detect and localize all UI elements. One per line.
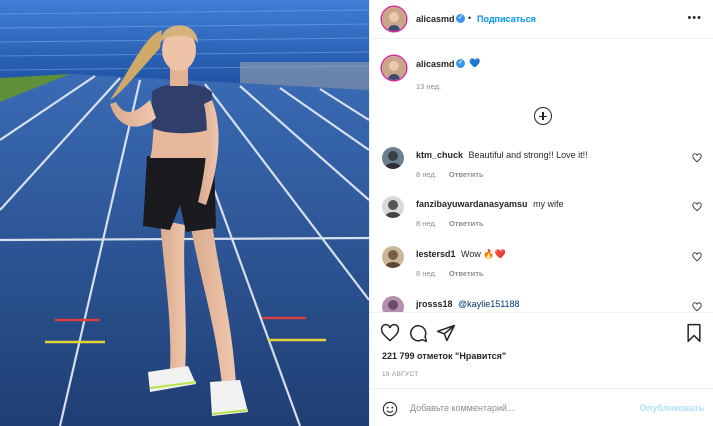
reply-button[interactable]: Ответить [449, 269, 484, 278]
post-date[interactable]: 19 АВГУСТ [382, 371, 419, 378]
like-comment-heart-icon[interactable] [692, 302, 702, 312]
publish-button[interactable]: Опубликовать [640, 403, 704, 413]
like-comment-heart-icon[interactable] [692, 153, 702, 163]
author-username[interactable]: alicasmd [416, 14, 455, 24]
caption-verified-icon: ✓ [456, 59, 465, 68]
author-avatar[interactable] [382, 7, 406, 31]
commenter-avatar[interactable] [382, 296, 404, 312]
comment-text: Wow 🔥❤️ [461, 249, 506, 259]
commenter-username[interactable]: ktm_chuck [416, 150, 463, 160]
caption-author-avatar[interactable] [382, 56, 406, 80]
post-sidebar: alicasmd ✓ • Подписаться ••• alicasmd ✓ … [369, 0, 713, 426]
post-photo[interactable] [0, 0, 369, 426]
emoji-smiley-icon[interactable] [382, 401, 398, 417]
save-bookmark-icon[interactable] [684, 323, 704, 343]
comment-age[interactable]: 8 нед. [416, 170, 437, 179]
verified-badge-icon: ✓ [456, 14, 465, 23]
commenter-username[interactable]: lestersd1 [416, 249, 456, 259]
author-avatar-image [382, 7, 406, 31]
like-comment-heart-icon[interactable] [692, 252, 702, 262]
commenter-username[interactable]: fanzibayuwardanasyamsu [416, 199, 528, 209]
load-more-comments-icon[interactable] [534, 107, 552, 125]
more-options-icon[interactable]: ••• [687, 12, 702, 24]
reply-button[interactable]: Ответить [449, 219, 484, 228]
caption-username[interactable]: alicasmd [416, 59, 455, 69]
comment-age[interactable]: 8 нед. [416, 219, 437, 228]
comment-item: fanzibayuwardanasyamsu my wife 8 нед. Отв… [370, 196, 713, 242]
post-action-bar [370, 312, 713, 354]
commenter-avatar[interactable] [382, 196, 404, 218]
comment-text: Beautiful and strong!! Love it!! [468, 150, 588, 160]
likes-count[interactable]: 221 799 отметок "Нравится" [382, 351, 506, 361]
caption-text: 💙 [469, 58, 481, 68]
reply-button[interactable]: Ответить [449, 170, 484, 179]
like-comment-heart-icon[interactable] [692, 202, 702, 212]
share-direct-icon[interactable] [436, 323, 456, 343]
header-separator: • [468, 13, 472, 23]
comment-item: ktm_chuck Beautiful and strong!! Love it… [370, 147, 713, 193]
like-heart-icon[interactable] [380, 323, 400, 343]
commenter-username[interactable]: jrosss18 [416, 299, 453, 309]
comment-item: lestersd1 Wow 🔥❤️ 8 нед. Ответить [370, 246, 713, 292]
comment-composer: Опубликовать [370, 388, 713, 426]
post-header: alicasmd ✓ • Подписаться ••• [370, 0, 713, 39]
comment-mention-link[interactable]: @kaylie151188 [458, 299, 520, 309]
comment-input[interactable] [410, 398, 630, 418]
comment-text: my wife [533, 199, 564, 209]
follow-button[interactable]: Подписаться [477, 14, 536, 24]
commenter-avatar[interactable] [382, 147, 404, 169]
comment-bubble-icon[interactable] [408, 323, 428, 343]
commenter-avatar[interactable] [382, 246, 404, 268]
athlete-on-track-image [0, 0, 369, 426]
comment-age[interactable]: 8 нед. [416, 269, 437, 278]
comment-item: jrosss18 @kaylie151188 [370, 296, 713, 312]
caption-time[interactable]: 13 нед. [416, 82, 441, 91]
instagram-post: alicasmd ✓ • Подписаться ••• alicasmd ✓ … [0, 0, 713, 426]
